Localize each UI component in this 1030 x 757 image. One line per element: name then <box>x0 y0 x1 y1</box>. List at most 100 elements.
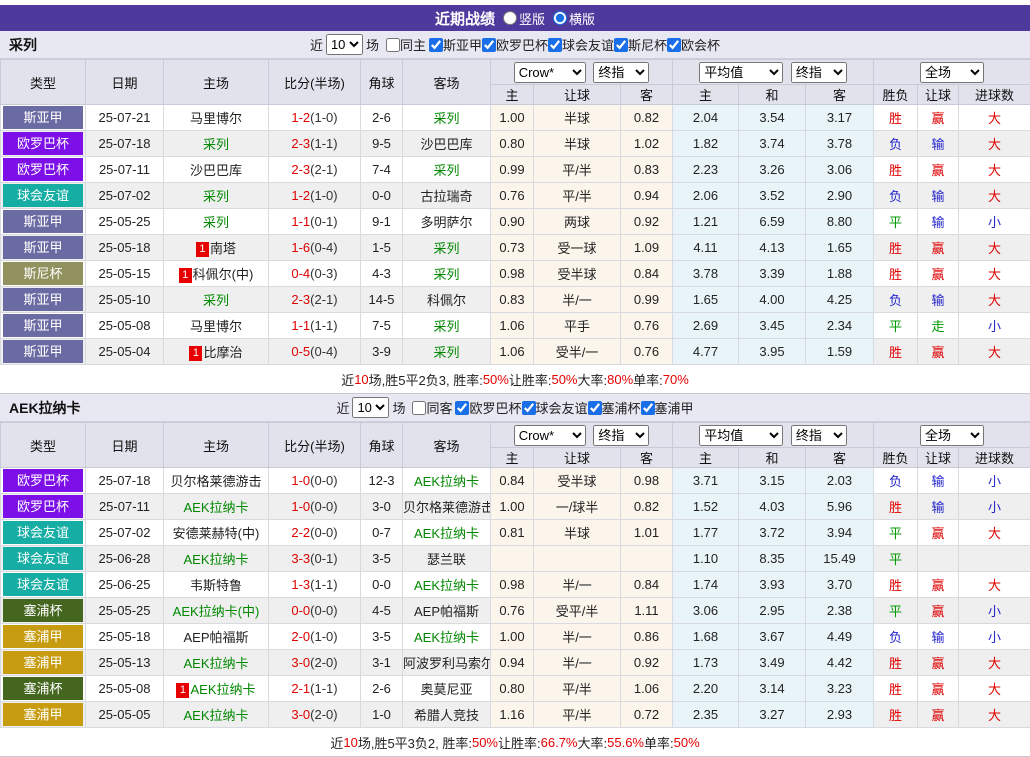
bookmaker-select[interactable]: Crow* <box>514 425 586 446</box>
league-filter-input[interactable] <box>641 401 655 415</box>
score-cell: 1-2(1-0) <box>269 183 361 209</box>
league-filter-checkbox[interactable]: 球会友谊 <box>548 35 614 54</box>
avg-away-odds: 2.38 <box>806 598 874 624</box>
handicap-away-odds: 0.94 <box>621 183 673 209</box>
match-row: 欧罗巴杯 25-07-18 1贝尔格莱德游击 1-0(0-0) 12-3 1AE… <box>1 468 1030 494</box>
fulltime-select[interactable]: 全场 <box>920 62 984 83</box>
horizontal-radio-input[interactable] <box>553 11 567 25</box>
result-outcome: 胜 <box>874 702 918 728</box>
handicap-line: 受一球 <box>534 235 621 261</box>
team-section: 采列 近 10 场 同主 斯亚甲欧罗巴杯球会友谊斯尼杯欧会杯 类型 日期 主场 … <box>0 31 1030 394</box>
layout-radio-horizontal[interactable]: 横版 <box>553 9 595 28</box>
match-count-select[interactable]: 10 <box>352 397 389 418</box>
fulltime-group-header: 全场 <box>874 423 1030 448</box>
same-venue-input[interactable] <box>386 38 400 52</box>
league-filter-checkbox[interactable]: 斯尼杯 <box>614 35 667 54</box>
avg-home-odds: 3.71 <box>673 468 739 494</box>
same-venue-checkbox[interactable]: 同主 <box>386 35 426 54</box>
same-venue-checkbox[interactable]: 同客 <box>412 398 452 417</box>
bookmaker-select[interactable]: Crow* <box>514 62 586 83</box>
home-team-cell: 1比摩治 <box>164 339 269 365</box>
away-team-cell: 1采列 <box>403 105 491 131</box>
home-team-cell: 1采列 <box>164 287 269 313</box>
away-team-cell: 1AEK拉纳卡 <box>403 520 491 546</box>
corner-score: 2-6 <box>361 676 403 702</box>
summary-segment: 50% <box>551 372 577 387</box>
subcol-avg-draw: 和 <box>739 448 806 468</box>
handicap-away-odds: 0.86 <box>621 624 673 650</box>
league-filter-input[interactable] <box>614 38 628 52</box>
home-team-name: AEK拉纳卡 <box>183 708 248 723</box>
home-team-cell: 1韦斯特鲁 <box>164 572 269 598</box>
league-filter-input[interactable] <box>522 401 536 415</box>
league-filter-input[interactable] <box>429 38 443 52</box>
handicap-line: 平/半 <box>534 702 621 728</box>
league-badge: 斯亚甲 <box>3 106 83 129</box>
team-section: AEK拉纳卡 近 10 场 同客 欧罗巴杯球会友谊塞浦杯塞浦甲 类型 日期 主场… <box>0 394 1030 757</box>
home-team-name: AEP帕福斯 <box>183 630 248 645</box>
col-header-score: 比分(半场) <box>269 423 361 468</box>
score-cell: 3-0(2-0) <box>269 702 361 728</box>
subcol-odds-away: 客 <box>621 448 673 468</box>
away-team-name: 多明萨尔 <box>420 215 472 230</box>
league-filter-input[interactable] <box>482 38 496 52</box>
vertical-radio-input[interactable] <box>503 11 517 25</box>
corner-score: 7-4 <box>361 157 403 183</box>
league-filter-checkbox[interactable]: 斯亚甲 <box>429 35 482 54</box>
handicap-away-odds: 0.76 <box>621 339 673 365</box>
match-count-select[interactable]: 10 <box>326 34 363 55</box>
corner-score: 3-5 <box>361 546 403 572</box>
league-filter-input[interactable] <box>667 38 681 52</box>
result-goals: 小 <box>959 313 1030 339</box>
handicap-away-odds: 1.09 <box>621 235 673 261</box>
summary-segment: 50% <box>483 372 509 387</box>
summary-segment: 近 <box>330 733 343 752</box>
corner-score: 4-3 <box>361 261 403 287</box>
league-filter-checkbox[interactable]: 球会友谊 <box>522 398 588 417</box>
league-filter-label: 塞浦甲 <box>655 398 694 417</box>
league-filter-checkbox[interactable]: 塞浦杯 <box>588 398 641 417</box>
halftime-score: (0-1) <box>310 214 337 229</box>
league-filter-input[interactable] <box>455 401 469 415</box>
average-select[interactable]: 平均值 <box>699 62 783 83</box>
league-filter-checkbox[interactable]: 欧罗巴杯 <box>455 398 521 417</box>
league-filter-label: 球会友谊 <box>536 398 588 417</box>
halftime-score: (1-0) <box>310 629 337 644</box>
corner-score: 9-5 <box>361 131 403 157</box>
league-badge: 塞浦甲 <box>3 703 83 726</box>
bookmaker-group-header: Crow* 终指 <box>491 423 673 448</box>
subcol-avg-away: 客 <box>806 448 874 468</box>
league-filter-input[interactable] <box>588 401 602 415</box>
average-odds-time-select[interactable]: 终指 <box>791 425 847 446</box>
handicap-away-odds: 0.98 <box>621 468 673 494</box>
result-goals: 大 <box>959 287 1030 313</box>
league-filter-checkbox[interactable]: 塞浦甲 <box>641 398 694 417</box>
average-odds-time-select[interactable]: 终指 <box>791 62 847 83</box>
league-filter-input[interactable] <box>548 38 562 52</box>
avg-away-odds: 4.25 <box>806 287 874 313</box>
halftime-score: (0-1) <box>310 551 337 566</box>
handicap-line: 受半/一 <box>534 339 621 365</box>
layout-radio-vertical[interactable]: 竖版 <box>503 9 545 28</box>
match-date: 25-05-08 <box>86 676 164 702</box>
subcol-avg-draw: 和 <box>739 85 806 105</box>
col-header-corner: 角球 <box>361 423 403 468</box>
same-venue-input[interactable] <box>412 401 426 415</box>
match-date: 25-05-18 <box>86 235 164 261</box>
league-filter-checkbox[interactable]: 欧会杯 <box>667 35 720 54</box>
summary-row: 近10场,胜5平2负3, 胜率:50% 让胜率:50% 大率:80% 单率:70… <box>0 365 1030 394</box>
away-team-cell: 1AEK拉纳卡 <box>403 572 491 598</box>
match-date: 25-07-02 <box>86 520 164 546</box>
fulltime-select[interactable]: 全场 <box>920 425 984 446</box>
bookmaker-odds-time-select[interactable]: 终指 <box>593 62 649 83</box>
avg-home-odds: 2.35 <box>673 702 739 728</box>
bookmaker-odds-time-select[interactable]: 终指 <box>593 425 649 446</box>
fulltime-score: 3-0 <box>291 707 310 722</box>
league-filter-label: 球会友谊 <box>562 35 614 54</box>
avg-draw-odds: 3.39 <box>739 261 806 287</box>
average-select[interactable]: 平均值 <box>699 425 783 446</box>
corner-score: 3-9 <box>361 339 403 365</box>
league-filter-checkbox[interactable]: 欧罗巴杯 <box>482 35 548 54</box>
corner-score: 3-1 <box>361 650 403 676</box>
summary-segment: 大率: <box>578 370 608 389</box>
